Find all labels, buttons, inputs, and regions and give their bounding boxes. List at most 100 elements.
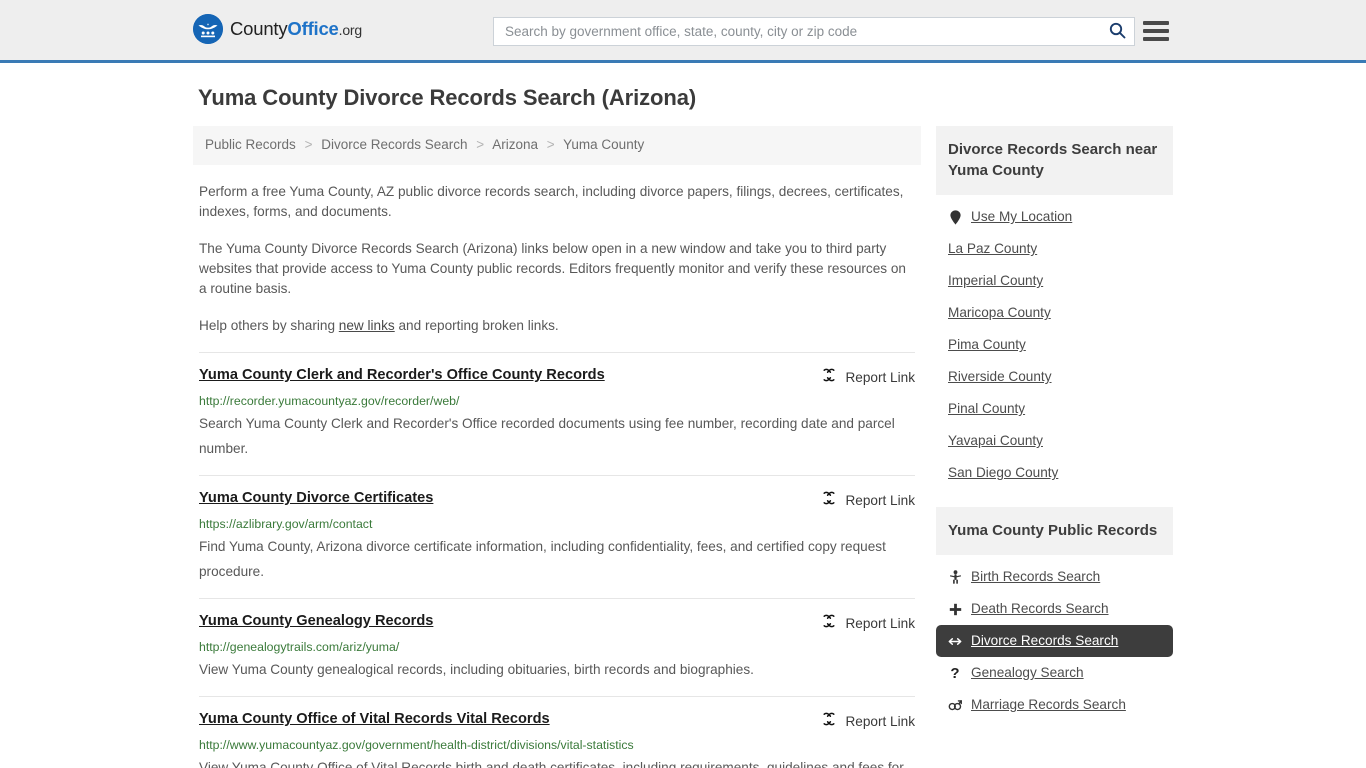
breadcrumb-separator: > xyxy=(476,137,485,152)
gender-symbols-icon xyxy=(948,699,962,712)
broken-link-icon xyxy=(821,711,837,732)
report-link-label: Report Link xyxy=(845,369,915,385)
sidebar-item-riverside-county[interactable]: Riverside County xyxy=(936,361,1173,393)
sidebar-public-records-section: Yuma County Public Records Birth Records… xyxy=(936,507,1173,721)
sidebar-item-label: Yavapai County xyxy=(948,433,1043,448)
results-list: Yuma County Clerk and Recorder's Office … xyxy=(193,351,921,768)
sidebar-item-label: Pima County xyxy=(948,337,1026,352)
result-url: http://www.yumacountyaz.gov/government/h… xyxy=(199,737,634,752)
breadcrumb-item-divorce-records-search[interactable]: Divorce Records Search xyxy=(321,137,467,152)
sidebar-item-imperial-county[interactable]: Imperial County xyxy=(936,265,1173,297)
intro-paragraph-3: Help others by sharing new links and rep… xyxy=(199,316,915,336)
result-title-link[interactable]: Yuma County Office of Vital Records Vita… xyxy=(199,710,821,729)
sidebar-item-label: La Paz County xyxy=(948,241,1038,256)
result-title-link[interactable]: Yuma County Clerk and Recorder's Office … xyxy=(199,366,821,385)
sidebar-item-label: Death Records Search xyxy=(971,601,1109,616)
sidebar-item-marriage-records-search[interactable]: Marriage Records Search xyxy=(936,689,1173,721)
result-url: https://azlibrary.gov/arm/contact xyxy=(199,516,373,531)
sidebar-item-label: San Diego County xyxy=(948,465,1059,480)
sidebar-item-san-diego-county[interactable]: San Diego County xyxy=(936,457,1173,489)
sidebar-item-maricopa-county[interactable]: Maricopa County xyxy=(936,297,1173,329)
result-title-link[interactable]: Yuma County Genealogy Records xyxy=(199,612,821,631)
hamburger-menu-icon[interactable] xyxy=(1143,19,1169,43)
sidebar-item-birth-records-search[interactable]: Birth Records Search xyxy=(936,561,1173,593)
cross-icon xyxy=(948,603,962,616)
question-mark-icon: ? xyxy=(950,664,960,682)
main-content: Public Records > Divorce Records Search … xyxy=(193,126,921,768)
result-url: http://genealogytrails.com/ariz/yuma/ xyxy=(199,639,400,654)
breadcrumb-item-public-records[interactable]: Public Records xyxy=(205,137,296,152)
baby-icon xyxy=(948,570,962,584)
report-link-label: Report Link xyxy=(845,713,915,729)
report-link-button[interactable]: Report Link xyxy=(821,489,915,511)
sidebar-item-pinal-county[interactable]: Pinal County xyxy=(936,393,1173,425)
breadcrumb: Public Records > Divorce Records Search … xyxy=(193,126,921,165)
sidebar-divider xyxy=(936,489,1173,507)
divorce-arrows-icon xyxy=(948,636,962,647)
sidebar-item-divorce-records-search[interactable]: Divorce Records Search xyxy=(936,625,1173,657)
report-link-label: Report Link xyxy=(845,615,915,631)
sidebar-public-records-heading: Yuma County Public Records xyxy=(936,507,1173,555)
sidebar-item-label: Divorce Records Search xyxy=(971,633,1119,648)
breadcrumb-item-yuma-county[interactable]: Yuma County xyxy=(563,137,644,152)
report-link-label: Report Link xyxy=(845,492,915,508)
search-icon xyxy=(1109,22,1126,42)
sidebar-item-genealogy-search[interactable]: ? Genealogy Search xyxy=(936,657,1173,689)
sidebar-item-use-my-location[interactable]: Use My Location xyxy=(936,201,1173,233)
sidebar-nearby-section: Divorce Records Search near Yuma County … xyxy=(936,126,1173,489)
breadcrumb-item-arizona[interactable]: Arizona xyxy=(492,137,538,152)
sidebar-item-death-records-search[interactable]: Death Records Search xyxy=(936,593,1173,625)
search-bar[interactable] xyxy=(493,17,1135,46)
report-link-button[interactable]: Report Link xyxy=(821,366,915,388)
sidebar-item-yavapai-county[interactable]: Yavapai County xyxy=(936,425,1173,457)
result-item: Yuma County Office of Vital Records Vita… xyxy=(199,695,915,768)
broken-link-icon xyxy=(821,367,837,388)
hamburger-bar-1 xyxy=(1143,21,1169,25)
intro-paragraph-3-prefix: Help others by sharing xyxy=(199,317,339,333)
intro-section: Perform a free Yuma County, AZ public di… xyxy=(193,182,921,336)
page-container: Yuma County Divorce Records Search (Ariz… xyxy=(193,85,1173,768)
sidebar-item-label: Pinal County xyxy=(948,401,1026,416)
sidebar-item-label: Maricopa County xyxy=(948,305,1051,320)
result-item: Yuma County Divorce Certificates Report … xyxy=(199,474,915,598)
site-header: CountyOffice.org xyxy=(0,0,1366,63)
search-button[interactable] xyxy=(1100,18,1134,45)
eagle-shield-logo-icon xyxy=(193,14,223,44)
result-description: View Yuma County genealogical records, i… xyxy=(199,661,754,677)
sidebar-item-label: Genealogy Search xyxy=(971,665,1084,680)
sidebar-item-label: Imperial County xyxy=(948,273,1044,288)
location-pin-icon xyxy=(948,209,962,225)
brand-org-text: .org xyxy=(338,22,363,38)
sidebar-item-la-paz-county[interactable]: La Paz County xyxy=(936,233,1173,265)
result-description: Find Yuma County, Arizona divorce certif… xyxy=(199,538,886,579)
sidebar-item-label: Marriage Records Search xyxy=(971,697,1126,712)
report-link-button[interactable]: Report Link xyxy=(821,612,915,634)
search-input[interactable] xyxy=(494,18,1100,45)
broken-link-icon xyxy=(821,490,837,511)
breadcrumb-separator: > xyxy=(546,137,555,152)
result-item: Yuma County Genealogy Records Report Lin… xyxy=(199,597,915,696)
result-description: View Yuma County Office of Vital Records… xyxy=(199,759,904,768)
sidebar-item-label: Riverside County xyxy=(948,369,1052,384)
result-item: Yuma County Clerk and Recorder's Office … xyxy=(199,351,915,475)
intro-paragraph-1: Perform a free Yuma County, AZ public di… xyxy=(199,183,904,219)
broken-link-icon xyxy=(821,613,837,634)
site-logo[interactable]: CountyOffice.org xyxy=(193,14,362,44)
new-links-link[interactable]: new links xyxy=(339,318,395,333)
page-title: Yuma County Divorce Records Search (Ariz… xyxy=(198,85,697,110)
hamburger-bar-3 xyxy=(1143,37,1169,41)
brand-office-text: Office xyxy=(287,18,339,39)
result-url: http://recorder.yumacountyaz.gov/recorde… xyxy=(199,393,460,408)
brand-county-text: County xyxy=(230,18,288,39)
brand-wordmark: CountyOffice.org xyxy=(230,18,362,40)
sidebar-item-label: Use My Location xyxy=(971,209,1073,224)
result-description: Search Yuma County Clerk and Recorder's … xyxy=(199,415,895,456)
result-title-link[interactable]: Yuma County Divorce Certificates xyxy=(199,489,821,508)
report-link-button[interactable]: Report Link xyxy=(821,710,915,732)
sidebar-item-pima-county[interactable]: Pima County xyxy=(936,329,1173,361)
sidebar-item-label: Birth Records Search xyxy=(971,569,1101,584)
intro-paragraph-3-suffix: and reporting broken links. xyxy=(394,317,559,333)
sidebar-nearby-heading: Divorce Records Search near Yuma County xyxy=(936,126,1173,195)
intro-paragraph-2: The Yuma County Divorce Records Search (… xyxy=(199,240,906,296)
sidebar: Divorce Records Search near Yuma County … xyxy=(936,126,1173,721)
